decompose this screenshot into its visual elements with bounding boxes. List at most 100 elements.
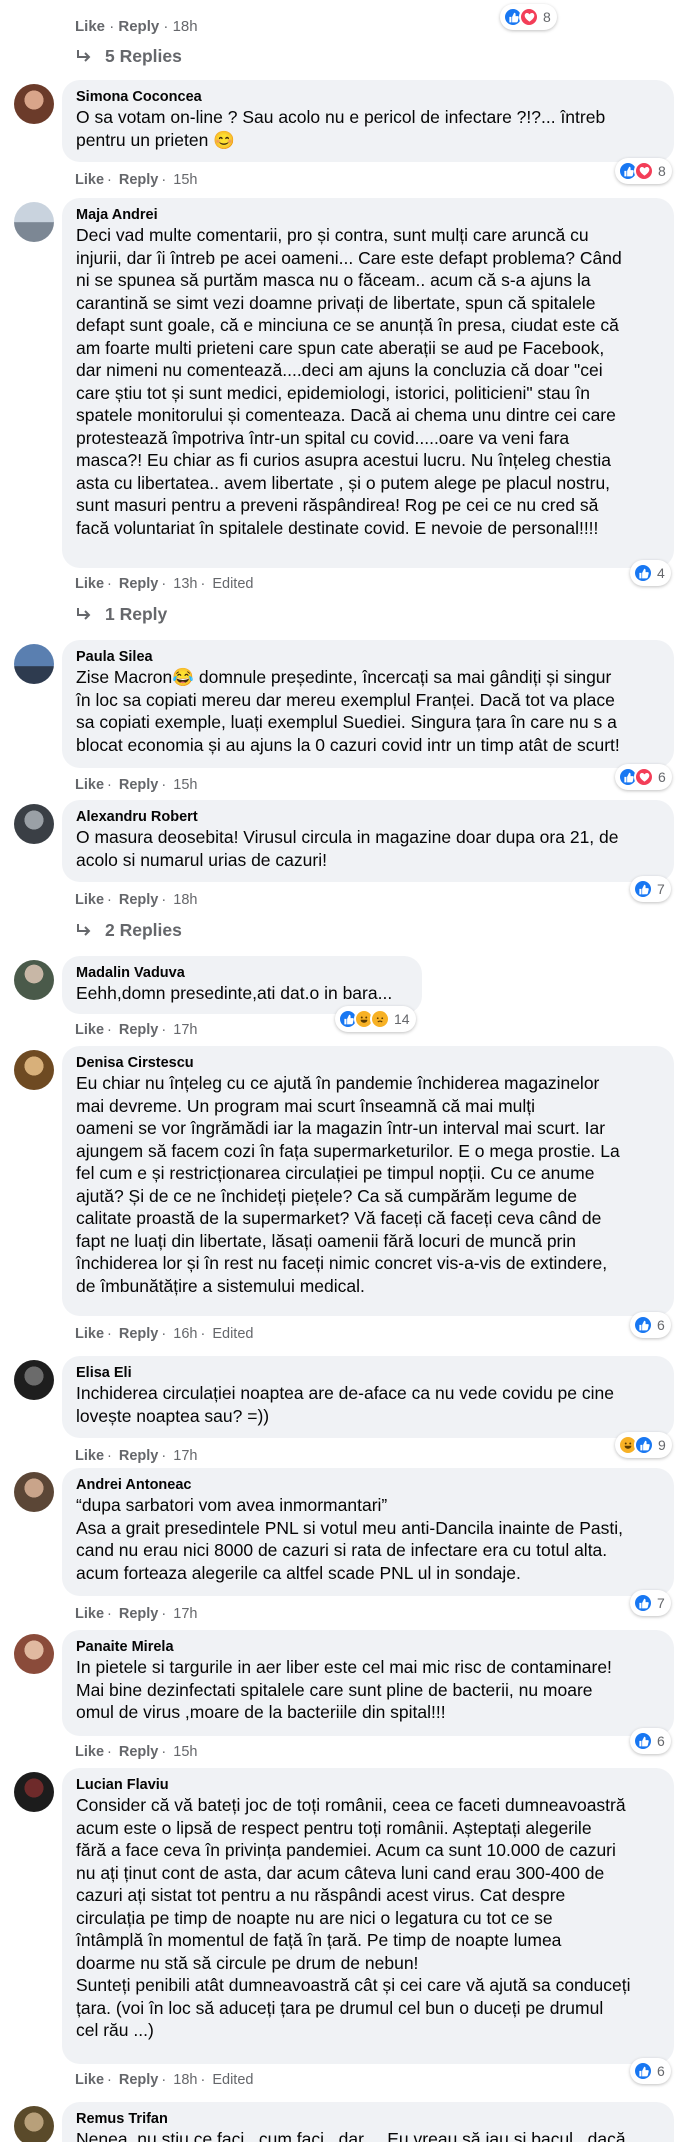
reactions-summary[interactable]: 8 xyxy=(500,4,557,30)
reply-link[interactable]: Reply xyxy=(119,1448,159,1464)
avatar[interactable] xyxy=(14,1472,54,1512)
like-link[interactable]: Like xyxy=(75,777,104,793)
reactions-summary[interactable]: 6 xyxy=(615,764,672,790)
avatar[interactable] xyxy=(14,84,54,124)
comment-author[interactable]: Elisa Eli xyxy=(76,1364,660,1382)
comment-bubble: Denisa Cirstescu Eu chiar nu înțeleg cu … xyxy=(62,1046,674,1316)
view-replies-button[interactable]: 1 Reply xyxy=(75,604,167,625)
view-replies-button[interactable]: 5 Replies xyxy=(75,46,182,67)
love-reaction-icon xyxy=(519,7,539,27)
like-reaction-icon xyxy=(634,1435,654,1455)
reply-link[interactable]: Reply xyxy=(119,1744,159,1760)
like-link[interactable]: Like xyxy=(75,1448,104,1464)
timestamp[interactable]: 16h xyxy=(173,1326,197,1342)
timestamp[interactable]: 15h xyxy=(173,777,197,793)
comment-text: Deci vad multe comentarii, pro și contra… xyxy=(76,225,622,538)
avatar[interactable] xyxy=(14,1050,54,1090)
comment-text: Inchiderea circulației noaptea are de-af… xyxy=(76,1383,614,1426)
reactions-summary[interactable]: 4 xyxy=(630,560,671,586)
comment-actions: Like · Reply · 17h xyxy=(75,1022,198,1038)
like-reaction-icon xyxy=(633,1593,653,1613)
timestamp[interactable]: 18h xyxy=(173,2072,197,2088)
reply-link[interactable]: Reply xyxy=(118,18,159,35)
comment-actions: Like · Reply · 15h xyxy=(75,777,198,793)
comment-actions: Like · Reply · 17h xyxy=(75,1448,198,1464)
comment-author[interactable]: Remus Trifan xyxy=(76,2110,660,2128)
like-link[interactable]: Like xyxy=(75,1606,104,1622)
reactions-count: 14 xyxy=(394,1011,410,1027)
comment-author[interactable]: Maja Andrei xyxy=(76,206,660,224)
like-link[interactable]: Like xyxy=(75,2072,104,2088)
avatar[interactable] xyxy=(14,1634,54,1674)
comment-author[interactable]: Alexandru Robert xyxy=(76,808,660,826)
comment-text: O masura deosebita! Virusul circula in m… xyxy=(76,827,619,870)
reactions-summary[interactable]: 14 xyxy=(335,1006,416,1032)
avatar[interactable] xyxy=(14,2106,54,2142)
comment-actions: Like · Reply · 18h · Edited xyxy=(75,2072,254,2088)
avatar[interactable] xyxy=(14,1772,54,1812)
reactions-count: 8 xyxy=(543,9,551,25)
comment-actions: Like · Reply · 15h xyxy=(75,172,198,188)
like-link[interactable]: Like xyxy=(75,1022,104,1038)
avatar[interactable] xyxy=(14,644,54,684)
view-replies-button[interactable]: 2 Replies xyxy=(75,920,182,941)
comment-author[interactable]: Lucian Flaviu xyxy=(76,1776,660,1794)
like-link[interactable]: Like xyxy=(75,576,104,592)
replies-label: 1 Reply xyxy=(105,604,168,624)
timestamp[interactable]: 17h xyxy=(173,1448,197,1464)
timestamp[interactable]: 18h xyxy=(173,18,198,35)
comment-text: In pietele si targurile in aer liber est… xyxy=(76,1657,612,1722)
edited-label: Edited xyxy=(212,576,254,592)
comment-author[interactable]: Simona Coconcea xyxy=(76,88,660,106)
reply-link[interactable]: Reply xyxy=(119,777,159,793)
timestamp[interactable]: 13h xyxy=(173,576,197,592)
like-link[interactable]: Like xyxy=(75,18,105,35)
reply-link[interactable]: Reply xyxy=(119,892,159,908)
sad-reaction-icon xyxy=(370,1009,390,1029)
comment-bubble: Lucian Flaviu Consider că vă bateți joc … xyxy=(62,1768,674,2064)
like-reaction-icon xyxy=(633,2061,653,2081)
comment-text: Eu chiar nu înțeleg cu ce ajută în pande… xyxy=(76,1073,620,1296)
reactions-summary[interactable]: 7 xyxy=(630,876,671,902)
reactions-count: 6 xyxy=(657,2063,665,2079)
reactions-summary[interactable]: 8 xyxy=(615,158,672,184)
comment-bubble: Elisa Eli Inchiderea circulației noaptea… xyxy=(62,1356,674,1438)
timestamp[interactable]: 15h xyxy=(173,172,197,188)
reactions-summary[interactable]: 9 xyxy=(615,1432,672,1458)
comment-author[interactable]: Panaite Mirela xyxy=(76,1638,660,1656)
reply-link[interactable]: Reply xyxy=(119,2072,159,2088)
comment-author[interactable]: Paula Silea xyxy=(76,648,660,666)
like-link[interactable]: Like xyxy=(75,1744,104,1760)
like-reaction-icon xyxy=(633,879,653,899)
comment-author[interactable]: Denisa Cirstescu xyxy=(76,1054,660,1072)
reply-arrow-icon xyxy=(77,49,91,62)
like-link[interactable]: Like xyxy=(75,172,104,188)
reply-link[interactable]: Reply xyxy=(119,172,159,188)
comment-author[interactable]: Madalin Vaduva xyxy=(76,964,408,982)
avatar[interactable] xyxy=(14,960,54,1000)
avatar[interactable] xyxy=(14,1360,54,1400)
avatar[interactable] xyxy=(14,202,54,242)
reactions-summary[interactable]: 7 xyxy=(630,1590,671,1616)
timestamp[interactable]: 17h xyxy=(173,1022,197,1038)
reactions-summary[interactable]: 6 xyxy=(630,2058,671,2084)
reply-link[interactable]: Reply xyxy=(119,1326,159,1342)
like-link[interactable]: Like xyxy=(75,892,104,908)
timestamp[interactable]: 18h xyxy=(173,892,197,908)
like-reaction-icon xyxy=(633,1315,653,1335)
reply-link[interactable]: Reply xyxy=(119,576,159,592)
comment-actions: Like · Reply · 15h xyxy=(75,1744,198,1760)
like-reaction-icon xyxy=(633,563,653,583)
timestamp[interactable]: 15h xyxy=(173,1744,197,1760)
like-link[interactable]: Like xyxy=(75,1326,104,1342)
reactions-summary[interactable]: 6 xyxy=(630,1728,671,1754)
timestamp[interactable]: 17h xyxy=(173,1606,197,1622)
reply-link[interactable]: Reply xyxy=(119,1022,159,1038)
reply-link[interactable]: Reply xyxy=(119,1606,159,1622)
avatar[interactable] xyxy=(14,804,54,844)
comment-author[interactable]: Andrei Antoneac xyxy=(76,1476,660,1494)
comment-actions: Like · Reply · 18h xyxy=(75,892,198,908)
reactions-count: 8 xyxy=(658,163,666,179)
reactions-summary[interactable]: 6 xyxy=(630,1312,671,1338)
reactions-count: 7 xyxy=(657,1595,665,1611)
